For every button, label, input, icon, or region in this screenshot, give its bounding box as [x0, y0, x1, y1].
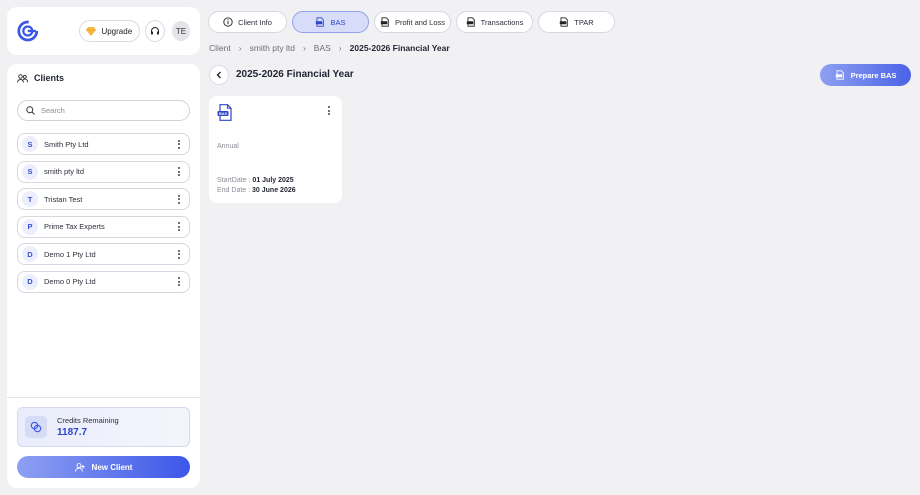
client-initial: S: [22, 136, 38, 152]
document-icon: [560, 17, 569, 27]
client-name: Demo 1 Pty Ltd: [44, 249, 96, 259]
sidebar: Clients S Smith Pty Ltd S smith pty ltd …: [7, 64, 200, 488]
bas-badge-text: BAS: [219, 112, 227, 116]
prepare-bas-label: Prepare BAS: [850, 70, 897, 80]
new-client-button[interactable]: New Client: [17, 456, 190, 478]
client-initial: P: [22, 218, 38, 235]
start-date-label: StartDate :: [217, 177, 251, 184]
credits-label: Credits Remaining: [57, 416, 119, 425]
coins-icon: [25, 416, 47, 438]
client-item[interactable]: S Smith Pty Ltd: [17, 133, 190, 155]
breadcrumb-client-name[interactable]: smith pty ltd: [250, 43, 295, 53]
headset-icon: [151, 27, 159, 35]
breadcrumb-client[interactable]: Client: [209, 43, 231, 53]
tab-profit-and-loss[interactable]: Profit and Loss: [374, 11, 451, 33]
start-date-value: 01 July 2025: [252, 177, 294, 184]
prepare-bas-button[interactable]: Prepare BAS: [820, 64, 911, 86]
credits-panel: Credits Remaining 1187.7: [17, 407, 190, 447]
period-dates: StartDate : 01 July 2025 End Date : 30 J…: [217, 176, 296, 196]
client-name: Demo 0 Pty Ltd: [44, 277, 96, 286]
client-initial: T: [22, 191, 38, 207]
client-initial: D: [22, 246, 38, 262]
tab-label: TPAR: [574, 17, 594, 27]
breadcrumb: Client › smith pty ltd › BAS › 2025-2026…: [209, 43, 450, 53]
support-button[interactable]: [145, 20, 165, 42]
document-icon: [316, 17, 325, 27]
tab-tpar[interactable]: TPAR: [538, 11, 615, 33]
end-date-label: End Date :: [217, 187, 251, 194]
client-menu-icon[interactable]: [175, 222, 183, 231]
diamond-icon: [86, 26, 97, 36]
client-name: Tristan Test: [44, 194, 83, 204]
search-input[interactable]: [41, 106, 181, 115]
tab-label: Transactions: [480, 17, 524, 27]
client-name: Prime Tax Experts: [44, 222, 105, 231]
clients-title: Clients: [34, 73, 65, 83]
tab-bas[interactable]: BAS: [292, 11, 369, 33]
breadcrumb-bas[interactable]: BAS: [314, 43, 331, 53]
client-item[interactable]: P Prime Tax Experts: [17, 215, 190, 238]
client-menu-icon[interactable]: [175, 277, 183, 286]
chevron-right-icon: ›: [302, 43, 306, 53]
page-title: 2025-2026 Financial Year: [236, 69, 354, 80]
client-menu-icon[interactable]: [175, 194, 183, 204]
client-item[interactable]: D Demo 1 Pty Ltd: [17, 243, 190, 265]
document-icon: [835, 70, 844, 80]
back-button[interactable]: [209, 65, 229, 85]
card-menu-icon[interactable]: [325, 106, 333, 115]
info-icon: [223, 17, 233, 27]
client-menu-icon[interactable]: [175, 167, 183, 176]
document-icon: [380, 17, 389, 27]
client-list: S Smith Pty Ltd S smith pty ltd T Trista…: [17, 133, 190, 298]
client-item[interactable]: S smith pty ltd: [17, 160, 190, 183]
document-icon: [466, 17, 475, 27]
top-header-card: Upgrade TE: [7, 7, 200, 55]
clients-header: Clients: [17, 73, 64, 83]
add-user-icon: [74, 462, 85, 472]
tab-label: Profit and Loss: [394, 17, 446, 27]
breadcrumb-current: 2025-2026 Financial Year: [349, 43, 450, 53]
client-initial: S: [22, 163, 38, 180]
chevron-left-icon: [216, 71, 221, 79]
client-search[interactable]: [17, 100, 190, 121]
upgrade-label: Upgrade: [101, 26, 133, 36]
client-menu-icon[interactable]: [175, 139, 183, 149]
chevron-right-icon: ›: [338, 43, 342, 53]
tab-client-info[interactable]: Client Info: [208, 11, 287, 33]
client-menu-icon[interactable]: [175, 249, 183, 259]
period-type: Annual: [217, 143, 239, 150]
client-item[interactable]: D Demo 0 Pty Ltd: [17, 270, 190, 293]
upgrade-button[interactable]: Upgrade: [78, 20, 140, 42]
client-item[interactable]: T Tristan Test: [17, 188, 190, 210]
client-name: Smith Pty Ltd: [44, 139, 89, 149]
bas-period-card[interactable]: BAS Annual StartDate : 01 July 2025 End …: [209, 96, 342, 203]
tab-transactions[interactable]: Transactions: [456, 11, 533, 33]
user-avatar[interactable]: TE: [172, 21, 190, 41]
search-icon: [26, 106, 35, 115]
chevron-right-icon: ›: [238, 43, 242, 53]
tab-label: BAS: [330, 17, 346, 27]
users-icon: [17, 73, 28, 83]
client-initial: D: [22, 273, 38, 290]
client-name: smith pty ltd: [44, 167, 85, 176]
new-client-label: New Client: [91, 462, 133, 472]
tab-label: Client Info: [238, 17, 272, 27]
sidebar-divider: [7, 397, 200, 398]
end-date-value: 30 June 2026: [252, 187, 296, 194]
app-logo-icon[interactable]: [17, 19, 39, 43]
bas-document-icon: BAS: [217, 104, 232, 121]
tab-bar: Client Info BAS Profit and Loss Transact…: [208, 11, 615, 33]
credits-value: 1187.7: [57, 427, 88, 438]
